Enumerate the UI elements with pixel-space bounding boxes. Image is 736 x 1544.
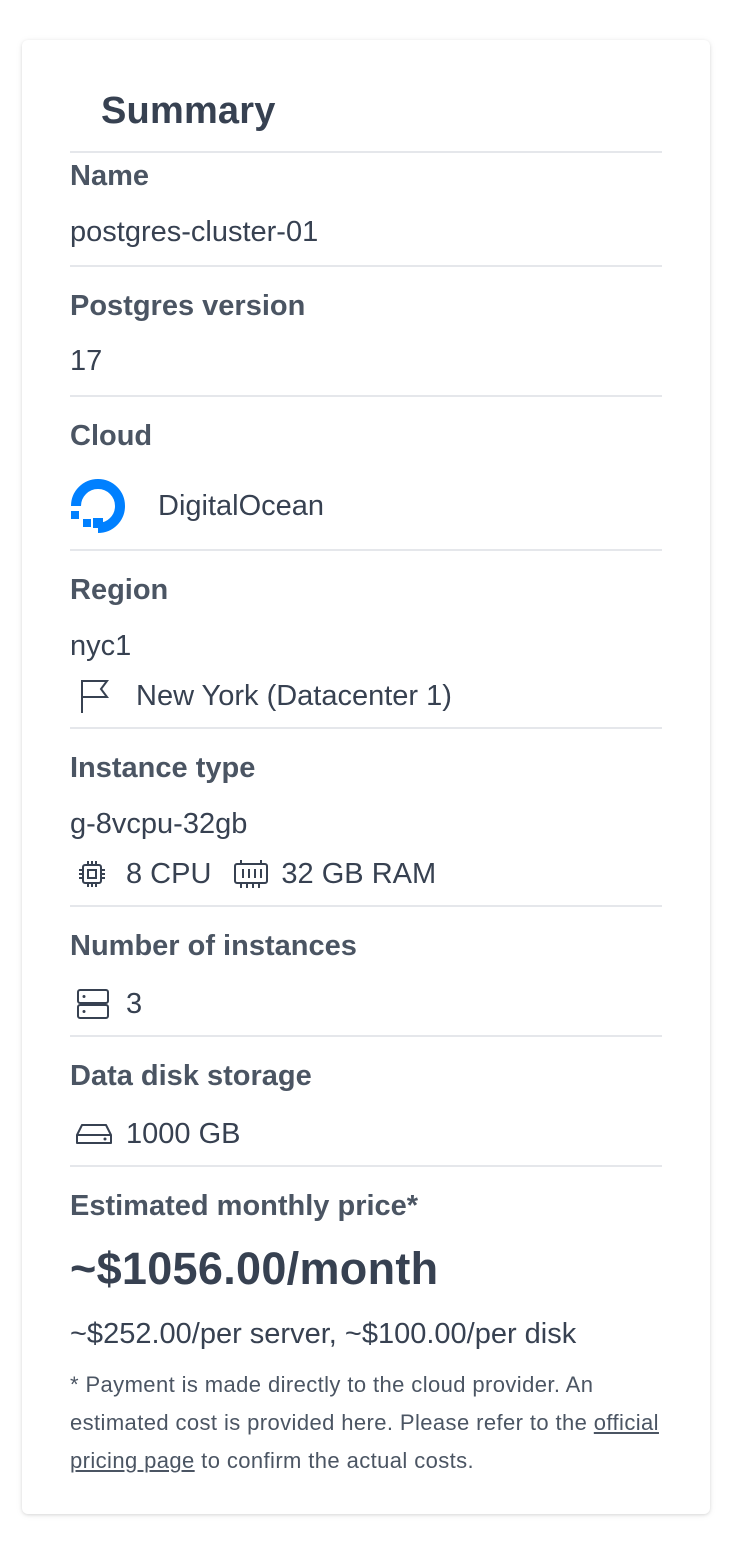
cpu-count: 8 CPU xyxy=(126,857,212,890)
instance-type-value: g-8vcpu-32gb xyxy=(70,808,248,840)
summary-title: Summary xyxy=(101,90,276,132)
region-location-row: New York (Datacenter 1) xyxy=(70,676,452,716)
disk-icon xyxy=(70,1114,118,1154)
name-label: Name xyxy=(70,160,149,192)
price-total: ~$1056.00/month xyxy=(70,1243,439,1294)
name-value: postgres-cluster-01 xyxy=(70,216,319,248)
storage-label: Data disk storage xyxy=(70,1060,312,1092)
summary-card: Summary Name postgres-cluster-01 Postgre… xyxy=(22,40,710,1514)
postgres-version-value: 17 xyxy=(70,345,103,377)
storage-value: 1000 GB xyxy=(126,1117,241,1150)
price-footnote: * Payment is made directly to the cloud … xyxy=(70,1366,670,1480)
postgres-version-label: Postgres version xyxy=(70,290,306,322)
instance-specs-row: 8 CPU 32 GB RAM xyxy=(70,854,436,894)
divider xyxy=(70,395,662,397)
server-icon xyxy=(70,984,118,1024)
digitalocean-logo-icon xyxy=(70,478,126,534)
instances-row: 3 xyxy=(70,984,142,1024)
divider xyxy=(70,151,662,153)
cloud-row: DigitalOcean xyxy=(70,478,324,534)
footnote-text: * Payment is made directly to the cloud … xyxy=(70,1372,594,1435)
divider xyxy=(70,905,662,907)
price-breakdown: ~$252.00/per server, ~$100.00/per disk xyxy=(70,1318,577,1350)
divider xyxy=(70,1165,662,1167)
flag-icon xyxy=(70,676,120,716)
divider xyxy=(70,265,662,267)
instances-label: Number of instances xyxy=(70,930,357,962)
ram-amount: 32 GB RAM xyxy=(281,857,437,890)
price-label: Estimated monthly price* xyxy=(70,1190,419,1222)
cloud-label: Cloud xyxy=(70,420,153,452)
region-code: nyc1 xyxy=(70,630,132,662)
footnote-text-end: to confirm the actual costs. xyxy=(194,1448,475,1473)
cloud-value: DigitalOcean xyxy=(158,489,325,522)
divider xyxy=(70,549,662,551)
divider xyxy=(70,727,662,729)
storage-row: 1000 GB xyxy=(70,1114,240,1154)
cpu-icon xyxy=(70,854,114,894)
instance-type-label: Instance type xyxy=(70,752,256,784)
region-label: Region xyxy=(70,574,169,606)
region-name: New York (Datacenter 1) xyxy=(136,679,452,712)
instances-value: 3 xyxy=(126,987,143,1020)
divider xyxy=(70,1035,662,1037)
memory-icon xyxy=(231,854,271,894)
